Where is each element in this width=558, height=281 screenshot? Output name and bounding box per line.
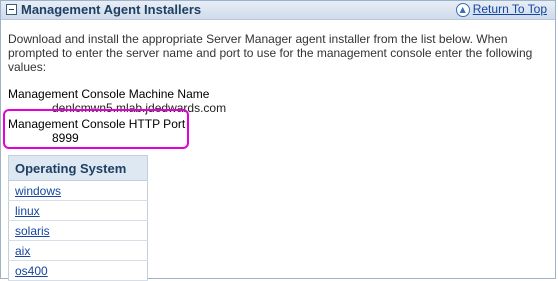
table-row: solaris <box>8 220 148 241</box>
port-highlight-box <box>3 109 189 149</box>
return-to-top-label: Return To Top <box>472 2 547 16</box>
table-row: aix <box>8 240 148 261</box>
os-link-windows[interactable]: windows <box>15 184 61 198</box>
os-table: Operating System windows linux solaris a… <box>8 155 148 281</box>
os-table-header-row: Operating System <box>8 155 148 181</box>
os-column-header: Operating System <box>8 155 148 181</box>
table-row: linux <box>8 200 148 221</box>
table-row: os400 <box>8 260 148 281</box>
return-to-top-link[interactable]: ▲ Return To Top <box>455 2 547 17</box>
os-link-linux[interactable]: linux <box>15 204 40 218</box>
os-link-solaris[interactable]: solaris <box>15 224 50 238</box>
table-row: windows <box>8 180 148 201</box>
section-title: Management Agent Installers <box>21 2 202 17</box>
section-header: Management Agent Installers ▲ Return To T… <box>1 1 555 20</box>
collapse-icon[interactable] <box>6 4 17 15</box>
intro-text: Download and install the appropriate Ser… <box>8 32 533 74</box>
os-link-aix[interactable]: aix <box>15 244 30 258</box>
machine-name-label: Management Console Machine Name <box>8 87 210 101</box>
os-link-os400[interactable]: os400 <box>15 264 48 278</box>
up-arrow-icon: ▲ <box>455 2 470 17</box>
